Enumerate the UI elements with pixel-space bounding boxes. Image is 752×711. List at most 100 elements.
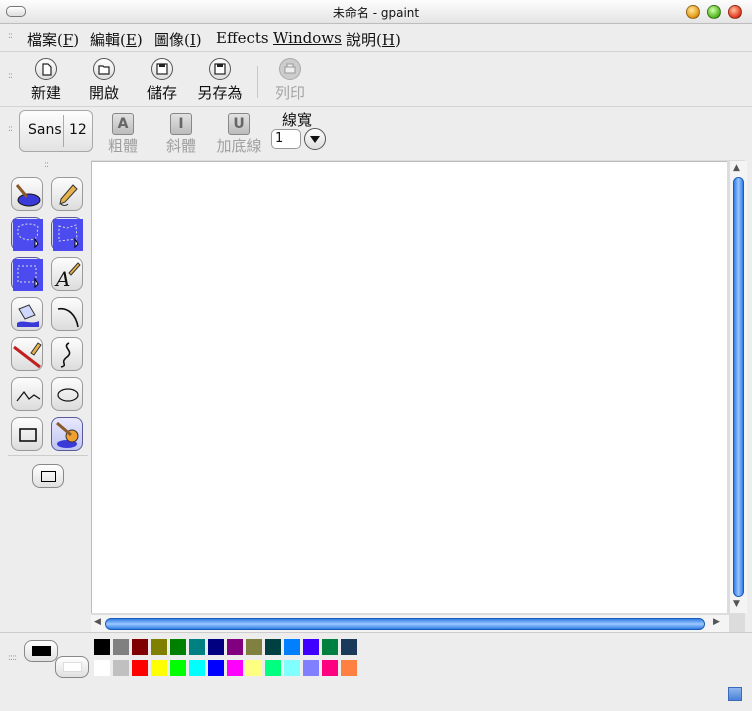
background-color-button[interactable] (55, 656, 89, 678)
vertical-scroll-thumb[interactable] (733, 177, 744, 597)
palette-color-swatch[interactable] (322, 660, 338, 676)
palette-color-swatch[interactable] (208, 639, 224, 655)
ellipse-icon (57, 388, 79, 402)
pencil-tool[interactable] (51, 177, 83, 211)
palette-color-swatch[interactable] (170, 660, 186, 676)
paint-blob-icon (15, 184, 41, 207)
open-button[interactable]: 開啟 (74, 58, 134, 103)
font-toolbar: :: Sans 12 A 粗體 I 斜體 U 加底線 線寬 1 (0, 107, 752, 159)
new-file-icon (35, 58, 57, 80)
foreground-color-button[interactable] (24, 640, 58, 662)
palette-color-swatch[interactable] (265, 660, 281, 676)
fill-tool[interactable] (11, 297, 43, 331)
palette-color-swatch[interactable] (284, 639, 300, 655)
menu-image[interactable]: 圖像(I) (154, 29, 202, 50)
menubar-grip[interactable]: :: (8, 32, 13, 41)
palette-color-swatch[interactable] (303, 660, 319, 676)
close-button[interactable] (728, 5, 742, 19)
background-color-swatch (63, 662, 82, 672)
scroll-right-arrow-icon[interactable]: ▶ (713, 617, 720, 627)
rectangle-outline-option[interactable] (32, 464, 64, 488)
palette-color-swatch[interactable] (341, 639, 357, 655)
fontbar-grip[interactable]: :: (8, 125, 13, 134)
palette-color-swatch[interactable] (246, 639, 262, 655)
palette-color-swatch[interactable] (151, 660, 167, 676)
palette-color-swatch[interactable] (113, 660, 129, 676)
palette-color-swatch[interactable] (151, 639, 167, 655)
menu-windows[interactable]: Windows (273, 29, 342, 47)
font-picker-button[interactable]: Sans 12 (19, 110, 93, 152)
arc-tool[interactable] (51, 297, 83, 331)
palette-color-swatch[interactable] (341, 660, 357, 676)
foreground-color-swatch (32, 646, 51, 656)
vertical-scrollbar[interactable]: ▲ ▼ (729, 161, 747, 613)
menu-effects[interactable]: Effects (216, 29, 269, 47)
new-button[interactable]: 新建 (16, 58, 76, 103)
rectangle-icon (19, 428, 37, 442)
brush-palette-icon (56, 421, 79, 448)
line-tool[interactable] (11, 337, 43, 371)
palette-color-swatch[interactable] (322, 639, 338, 655)
horizontal-scrollbar[interactable]: ◀ ▶ (91, 614, 729, 633)
palette-color-swatch[interactable] (284, 660, 300, 676)
palette-color-swatch[interactable] (113, 639, 129, 655)
palette-color-swatch[interactable] (227, 639, 243, 655)
menu-bar: :: 檔案(F) 編輯(E) 圖像(I) Effects Windows 說明(… (0, 25, 752, 52)
save-as-button[interactable]: 另存為 (190, 58, 250, 103)
toolbox-grip[interactable]: :: (44, 161, 49, 170)
bold-button[interactable]: A 粗體 (95, 113, 151, 156)
text-tool[interactable]: A (51, 257, 83, 291)
save-button[interactable]: 儲存 (132, 58, 192, 103)
palette-color-swatch[interactable] (265, 639, 281, 655)
palette-color-swatch[interactable] (94, 660, 110, 676)
line-width-dropdown-button[interactable] (304, 128, 326, 150)
lasso-select-tool[interactable] (11, 217, 43, 251)
menu-help[interactable]: 說明(H) (346, 29, 401, 50)
palette-color-swatch[interactable] (303, 639, 319, 655)
palette-color-swatch[interactable] (208, 660, 224, 676)
freeform-select-icon (53, 219, 83, 251)
palette-color-swatch[interactable] (94, 639, 110, 655)
brush-tool[interactable] (51, 417, 83, 451)
palette-grip[interactable]: :::: (8, 654, 17, 663)
freeform-select-tool[interactable] (51, 217, 83, 251)
resize-grip-icon[interactable] (728, 687, 742, 701)
italic-icon: I (170, 113, 192, 135)
open-folder-icon (93, 58, 115, 80)
window-title: 未命名 - gpaint (332, 6, 420, 20)
menu-file[interactable]: 檔案(F) (27, 29, 79, 50)
font-picker-divider (63, 115, 64, 147)
polyline-tool[interactable] (11, 377, 43, 411)
line-width-field[interactable]: 1 (271, 129, 301, 149)
curve-tool[interactable] (51, 337, 83, 371)
rectangle-tool[interactable] (11, 417, 43, 451)
minimize-button[interactable] (686, 5, 700, 19)
maximize-button[interactable] (707, 5, 721, 19)
palette-color-swatch[interactable] (189, 639, 205, 655)
underline-button[interactable]: U 加底線 (211, 113, 267, 156)
paint-tool[interactable] (11, 177, 43, 211)
palette-color-swatch[interactable] (132, 639, 148, 655)
drawing-canvas[interactable] (91, 161, 727, 613)
palette-color-swatch[interactable] (227, 660, 243, 676)
ruler-pencil-icon (13, 342, 42, 369)
horizontal-scroll-thumb[interactable] (105, 618, 705, 630)
rect-select-tool[interactable] (11, 257, 43, 291)
main-toolbar: :: 新建 開啟 儲存 另存為 列印 (0, 52, 752, 107)
svg-text:A: A (54, 267, 70, 291)
palette-color-swatch[interactable] (246, 660, 262, 676)
palette-color-swatch[interactable] (170, 639, 186, 655)
curve-icon (60, 342, 71, 368)
palette-color-swatch[interactable] (189, 660, 205, 676)
print-button[interactable]: 列印 (260, 58, 320, 103)
scroll-left-arrow-icon[interactable]: ◀ (94, 617, 101, 627)
menu-edit[interactable]: 編輯(E) (90, 29, 143, 50)
palette-color-swatch[interactable] (132, 660, 148, 676)
toolbar-grip[interactable]: :: (8, 72, 13, 81)
italic-button[interactable]: I 斜體 (153, 113, 209, 156)
scroll-down-arrow-icon[interactable]: ▼ (733, 599, 740, 609)
scroll-up-arrow-icon[interactable]: ▲ (733, 163, 740, 173)
printer-icon (279, 58, 301, 80)
arc-icon (57, 307, 79, 328)
ellipse-tool[interactable] (51, 377, 83, 411)
